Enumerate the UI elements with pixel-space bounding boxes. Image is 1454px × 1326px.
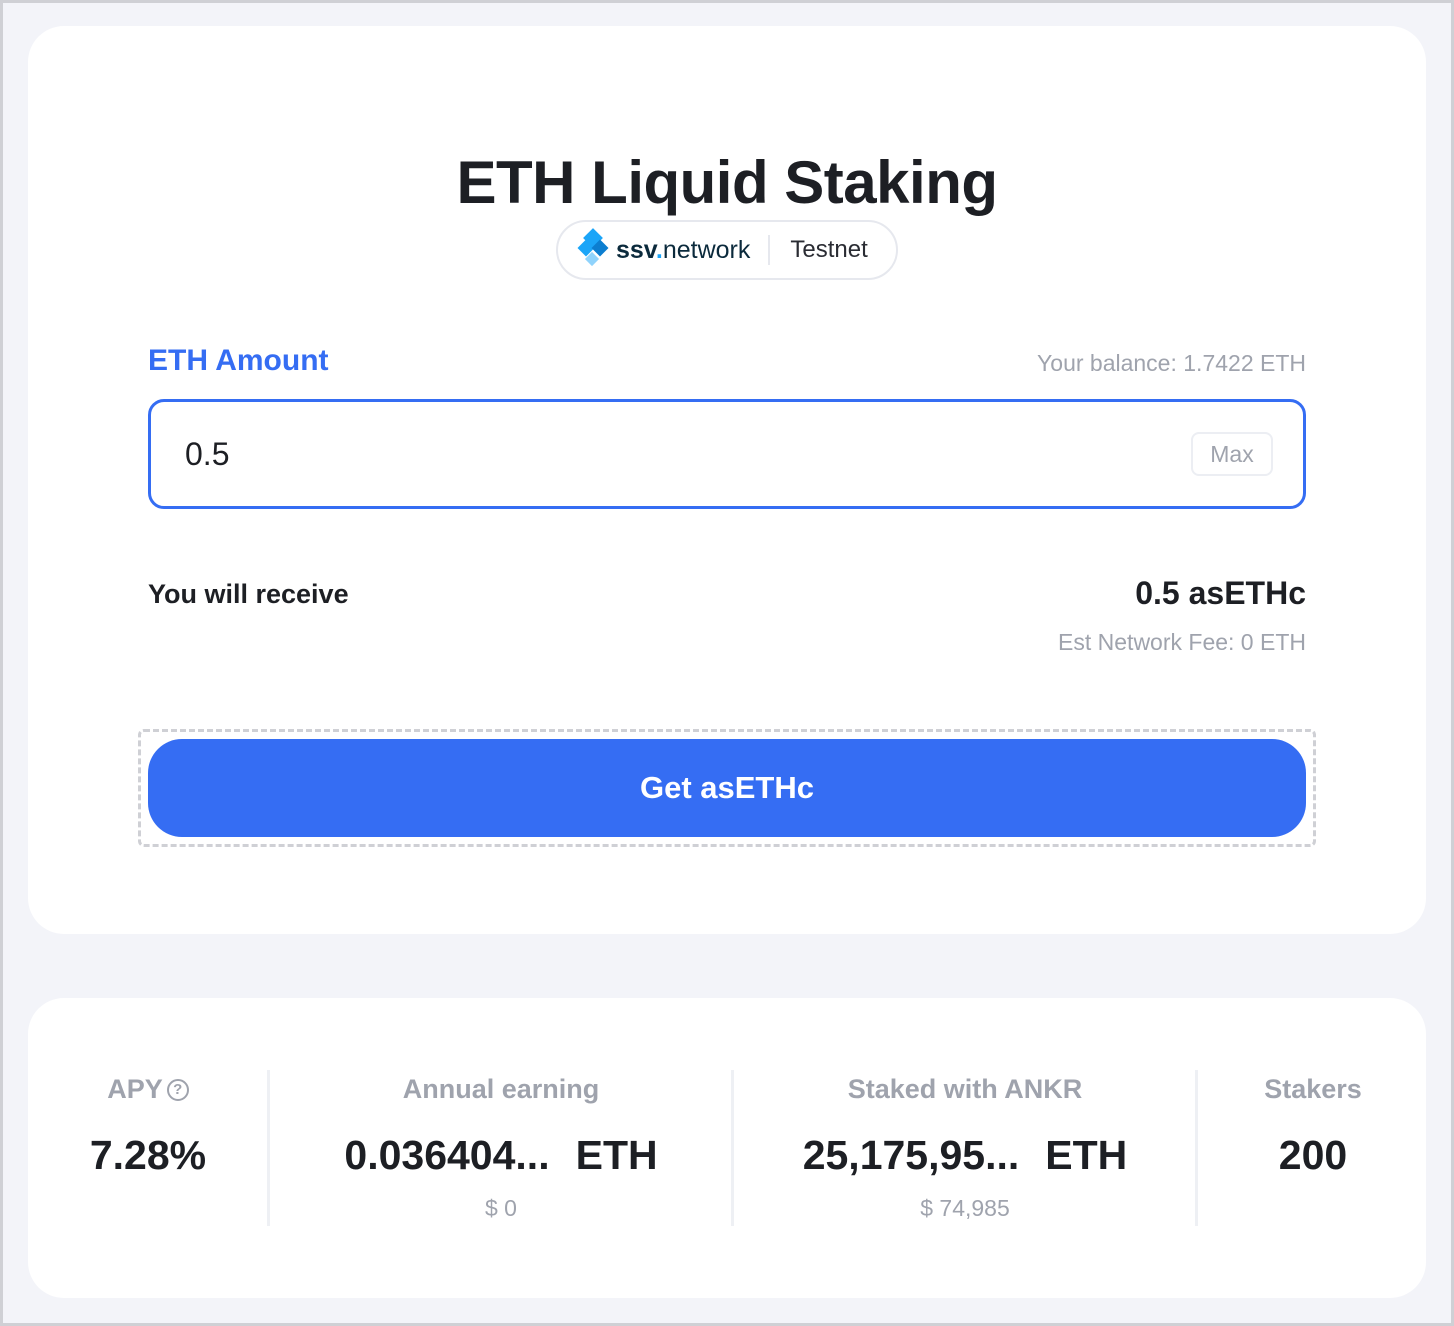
annual-earning-label: Annual earning: [402, 1074, 600, 1104]
apy-label: APY?: [68, 1074, 228, 1105]
annual-earning-value: 0.036404... ETH: [270, 1132, 732, 1179]
stat-apy: APY? 7.28%: [68, 998, 228, 1298]
stat-stakers: Stakers 200: [1198, 998, 1428, 1298]
network-brand-suffix: network: [662, 235, 751, 264]
network-brand: ssv.network: [616, 236, 750, 265]
stat-annual-earning: Annual earning 0.036404... ETH $ 0: [270, 998, 732, 1298]
staked-amount: 25,175,95...: [802, 1132, 1020, 1178]
staked-value: 25,175,95... ETH: [734, 1132, 1196, 1179]
get-asethc-button[interactable]: Get asETHc: [148, 739, 1306, 837]
network-brand-name: ssv: [616, 235, 656, 264]
stat-staked: Staked with ANKR 25,175,95... ETH $ 74,98…: [734, 998, 1196, 1298]
network-badge: ssv.network Testnet: [556, 220, 898, 280]
network-fee-text: Est Network Fee: 0 ETH: [1058, 629, 1306, 655]
staking-card: ETH Liquid Staking ssv.network Testnet E…: [28, 26, 1426, 934]
amount-label: ETH Amount: [148, 344, 329, 377]
staked-label: Staked with ANKR: [847, 1074, 1083, 1104]
staked-usd: $ 74,985: [920, 1195, 1010, 1221]
page-title: ETH Liquid Staking: [456, 149, 999, 216]
amount-input[interactable]: [185, 424, 1191, 484]
receive-value: 0.5 asETHc: [1135, 575, 1306, 611]
network-name: Testnet: [790, 236, 868, 263]
annual-earning-usd: $ 0: [485, 1195, 517, 1221]
annual-earning-unit: ETH: [575, 1132, 658, 1178]
max-button[interactable]: Max: [1191, 432, 1273, 476]
amount-field[interactable]: Max: [148, 399, 1306, 509]
stakers-label: Stakers: [1264, 1074, 1362, 1104]
staked-unit: ETH: [1045, 1132, 1128, 1178]
ssv-network-logo-icon: [577, 228, 610, 270]
stakers-value: 200: [1278, 1132, 1348, 1178]
apy-value: 7.28%: [89, 1132, 207, 1178]
annual-earning-amount: 0.036404...: [344, 1132, 550, 1178]
balance-text: Your balance: 1.7422 ETH: [1037, 350, 1306, 376]
apy-label-text: APY: [107, 1074, 163, 1104]
stats-card: APY? 7.28% Annual earning 0.036404... ETH…: [28, 998, 1426, 1298]
receive-label: You will receive: [148, 579, 349, 609]
network-brand-dot: .: [655, 235, 663, 264]
help-circle-icon[interactable]: ?: [166, 1078, 189, 1101]
badge-divider: [768, 235, 771, 265]
